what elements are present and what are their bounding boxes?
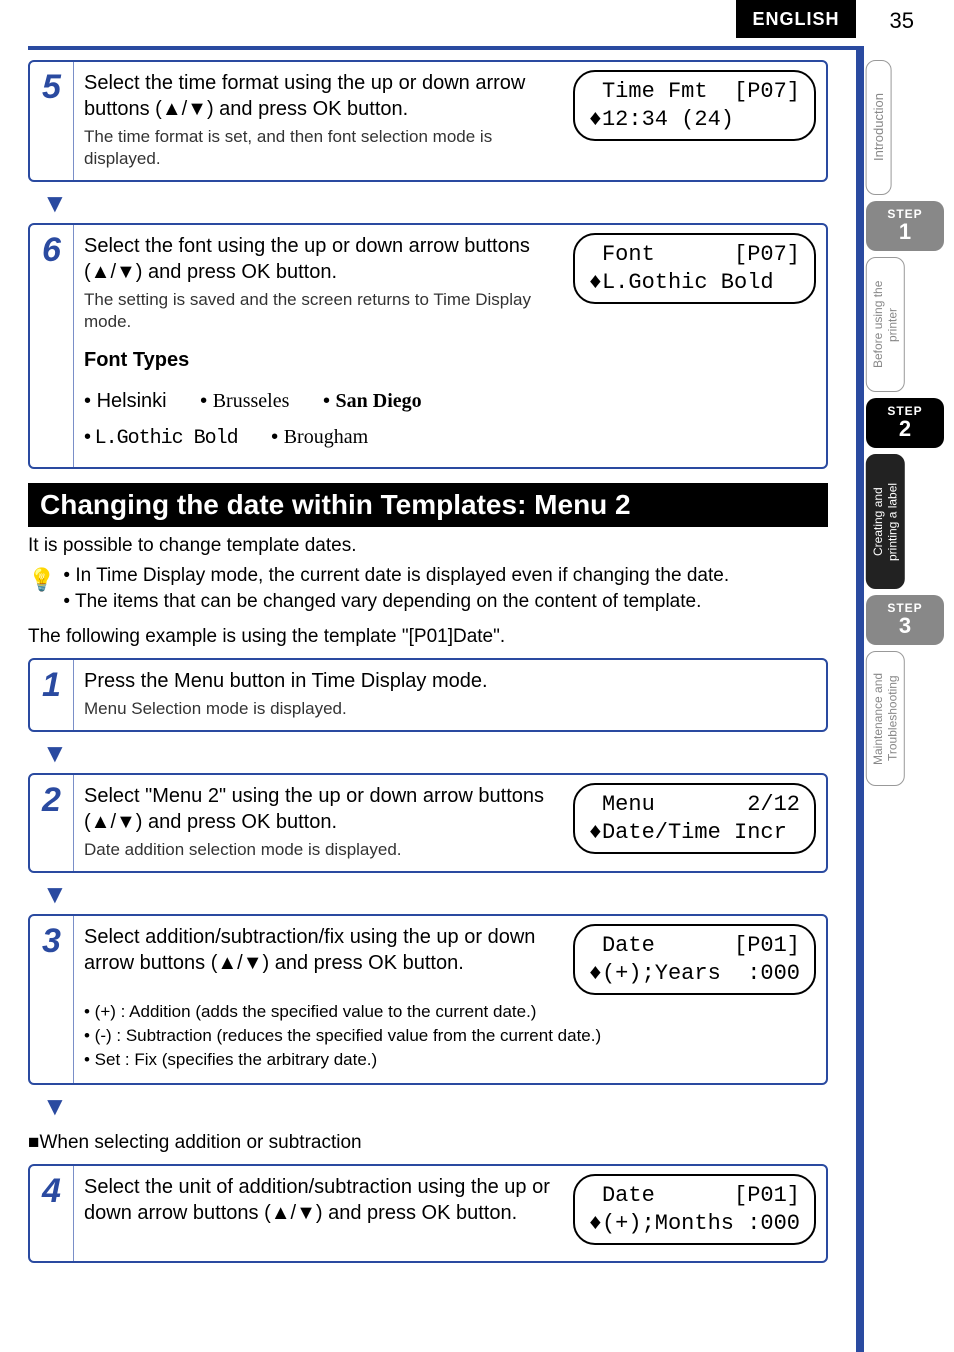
lcd-date-years: Date [P01] ♦(+);Years :000 xyxy=(573,924,816,995)
bullet-minus: • (-) : Subtraction (reduces the specifi… xyxy=(84,1025,816,1047)
tip-block: 💡 • In Time Display mode, the current da… xyxy=(28,563,828,614)
step-number: 6 xyxy=(30,225,74,467)
font-list: Helsinki Brusseles San Diego L.Gothic Bo… xyxy=(84,383,816,457)
font-sandiego: San Diego xyxy=(323,383,422,419)
tab-maintenance[interactable]: Maintenance and Troubleshooting xyxy=(866,651,905,786)
page-number: 35 xyxy=(890,8,914,34)
section2-intro: It is possible to change template dates. xyxy=(28,533,828,559)
lightbulb-icon: 💡 xyxy=(28,563,55,591)
top-rule xyxy=(28,46,856,50)
down-arrow-icon: ▼ xyxy=(42,1091,828,1122)
step-title: Press the Menu button in Time Display mo… xyxy=(84,668,816,694)
menu2-step-3: 3 Date [P01] ♦(+);Years :000 Select addi… xyxy=(28,914,828,1085)
steptab-2[interactable]: STEP 2 xyxy=(866,398,944,448)
step-number: 4 xyxy=(30,1166,74,1261)
example-line: The following example is using the templ… xyxy=(28,624,828,650)
tip-line-2: • The items that can be changed vary dep… xyxy=(63,589,729,615)
lcd-time-fmt: Time Fmt [P07] ♦12:34 (24) xyxy=(573,70,816,141)
step-5: 5 Time Fmt [P07] ♦12:34 (24) Select the … xyxy=(28,60,828,182)
steptab-num: 1 xyxy=(866,221,944,243)
lcd-date-months: Date [P01] ♦(+);Months :000 xyxy=(573,1174,816,1245)
step-number: 1 xyxy=(30,660,74,730)
lcd-menu: Menu 2/12 ♦Date/Time Incr xyxy=(573,783,816,854)
menu2-step-1: 1 Press the Menu button in Time Display … xyxy=(28,658,828,732)
bullet-set: • Set : Fix (specifies the arbitrary dat… xyxy=(84,1049,816,1071)
tip-line-1: • In Time Display mode, the current date… xyxy=(63,563,729,589)
tab-before-using[interactable]: Before using the printer xyxy=(866,257,905,392)
steptab-1[interactable]: STEP 1 xyxy=(866,201,944,251)
step-subtext: Menu Selection mode is displayed. xyxy=(84,698,816,720)
font-helsinki: Helsinki xyxy=(84,383,167,419)
right-gutter xyxy=(856,46,864,1352)
down-arrow-icon: ▼ xyxy=(42,738,828,769)
tab-introduction[interactable]: Introduction xyxy=(866,60,892,195)
lcd-font: Font [P07] ♦L.Gothic Bold xyxy=(573,233,816,304)
font-brougham: Brougham xyxy=(271,419,368,455)
section-header-menu2: Changing the date within Templates: Menu… xyxy=(28,483,828,527)
language-badge: ENGLISH xyxy=(736,0,856,38)
tab-creating-printing[interactable]: Creating and printing a label xyxy=(866,454,905,589)
steptab-num: 3 xyxy=(866,615,944,637)
step-number: 5 xyxy=(30,62,74,180)
down-arrow-icon: ▼ xyxy=(42,188,828,219)
menu2-step-2: 2 Menu 2/12 ♦Date/Time Incr Select "Menu… xyxy=(28,773,828,873)
steptab-num: 2 xyxy=(866,418,944,440)
step-number: 3 xyxy=(30,916,74,1083)
subheader-addsub: ■When selecting addition or subtraction xyxy=(28,1130,828,1156)
side-nav: Introduction STEP 1 Before using the pri… xyxy=(866,60,944,792)
step-number: 2 xyxy=(30,775,74,871)
menu2-step-4: 4 Date [P01] ♦(+);Months :000 Select the… xyxy=(28,1164,828,1263)
font-brusseles: Brusseles xyxy=(200,383,289,419)
step-6: 6 Font [P07] ♦L.Gothic Bold Select the f… xyxy=(28,223,828,469)
font-types-label: Font Types xyxy=(84,347,816,373)
down-arrow-icon: ▼ xyxy=(42,879,828,910)
font-lgothic: L.Gothic Bold xyxy=(84,419,238,457)
steptab-3[interactable]: STEP 3 xyxy=(866,595,944,645)
bullet-plus: • (+) : Addition (adds the specified val… xyxy=(84,1001,816,1023)
